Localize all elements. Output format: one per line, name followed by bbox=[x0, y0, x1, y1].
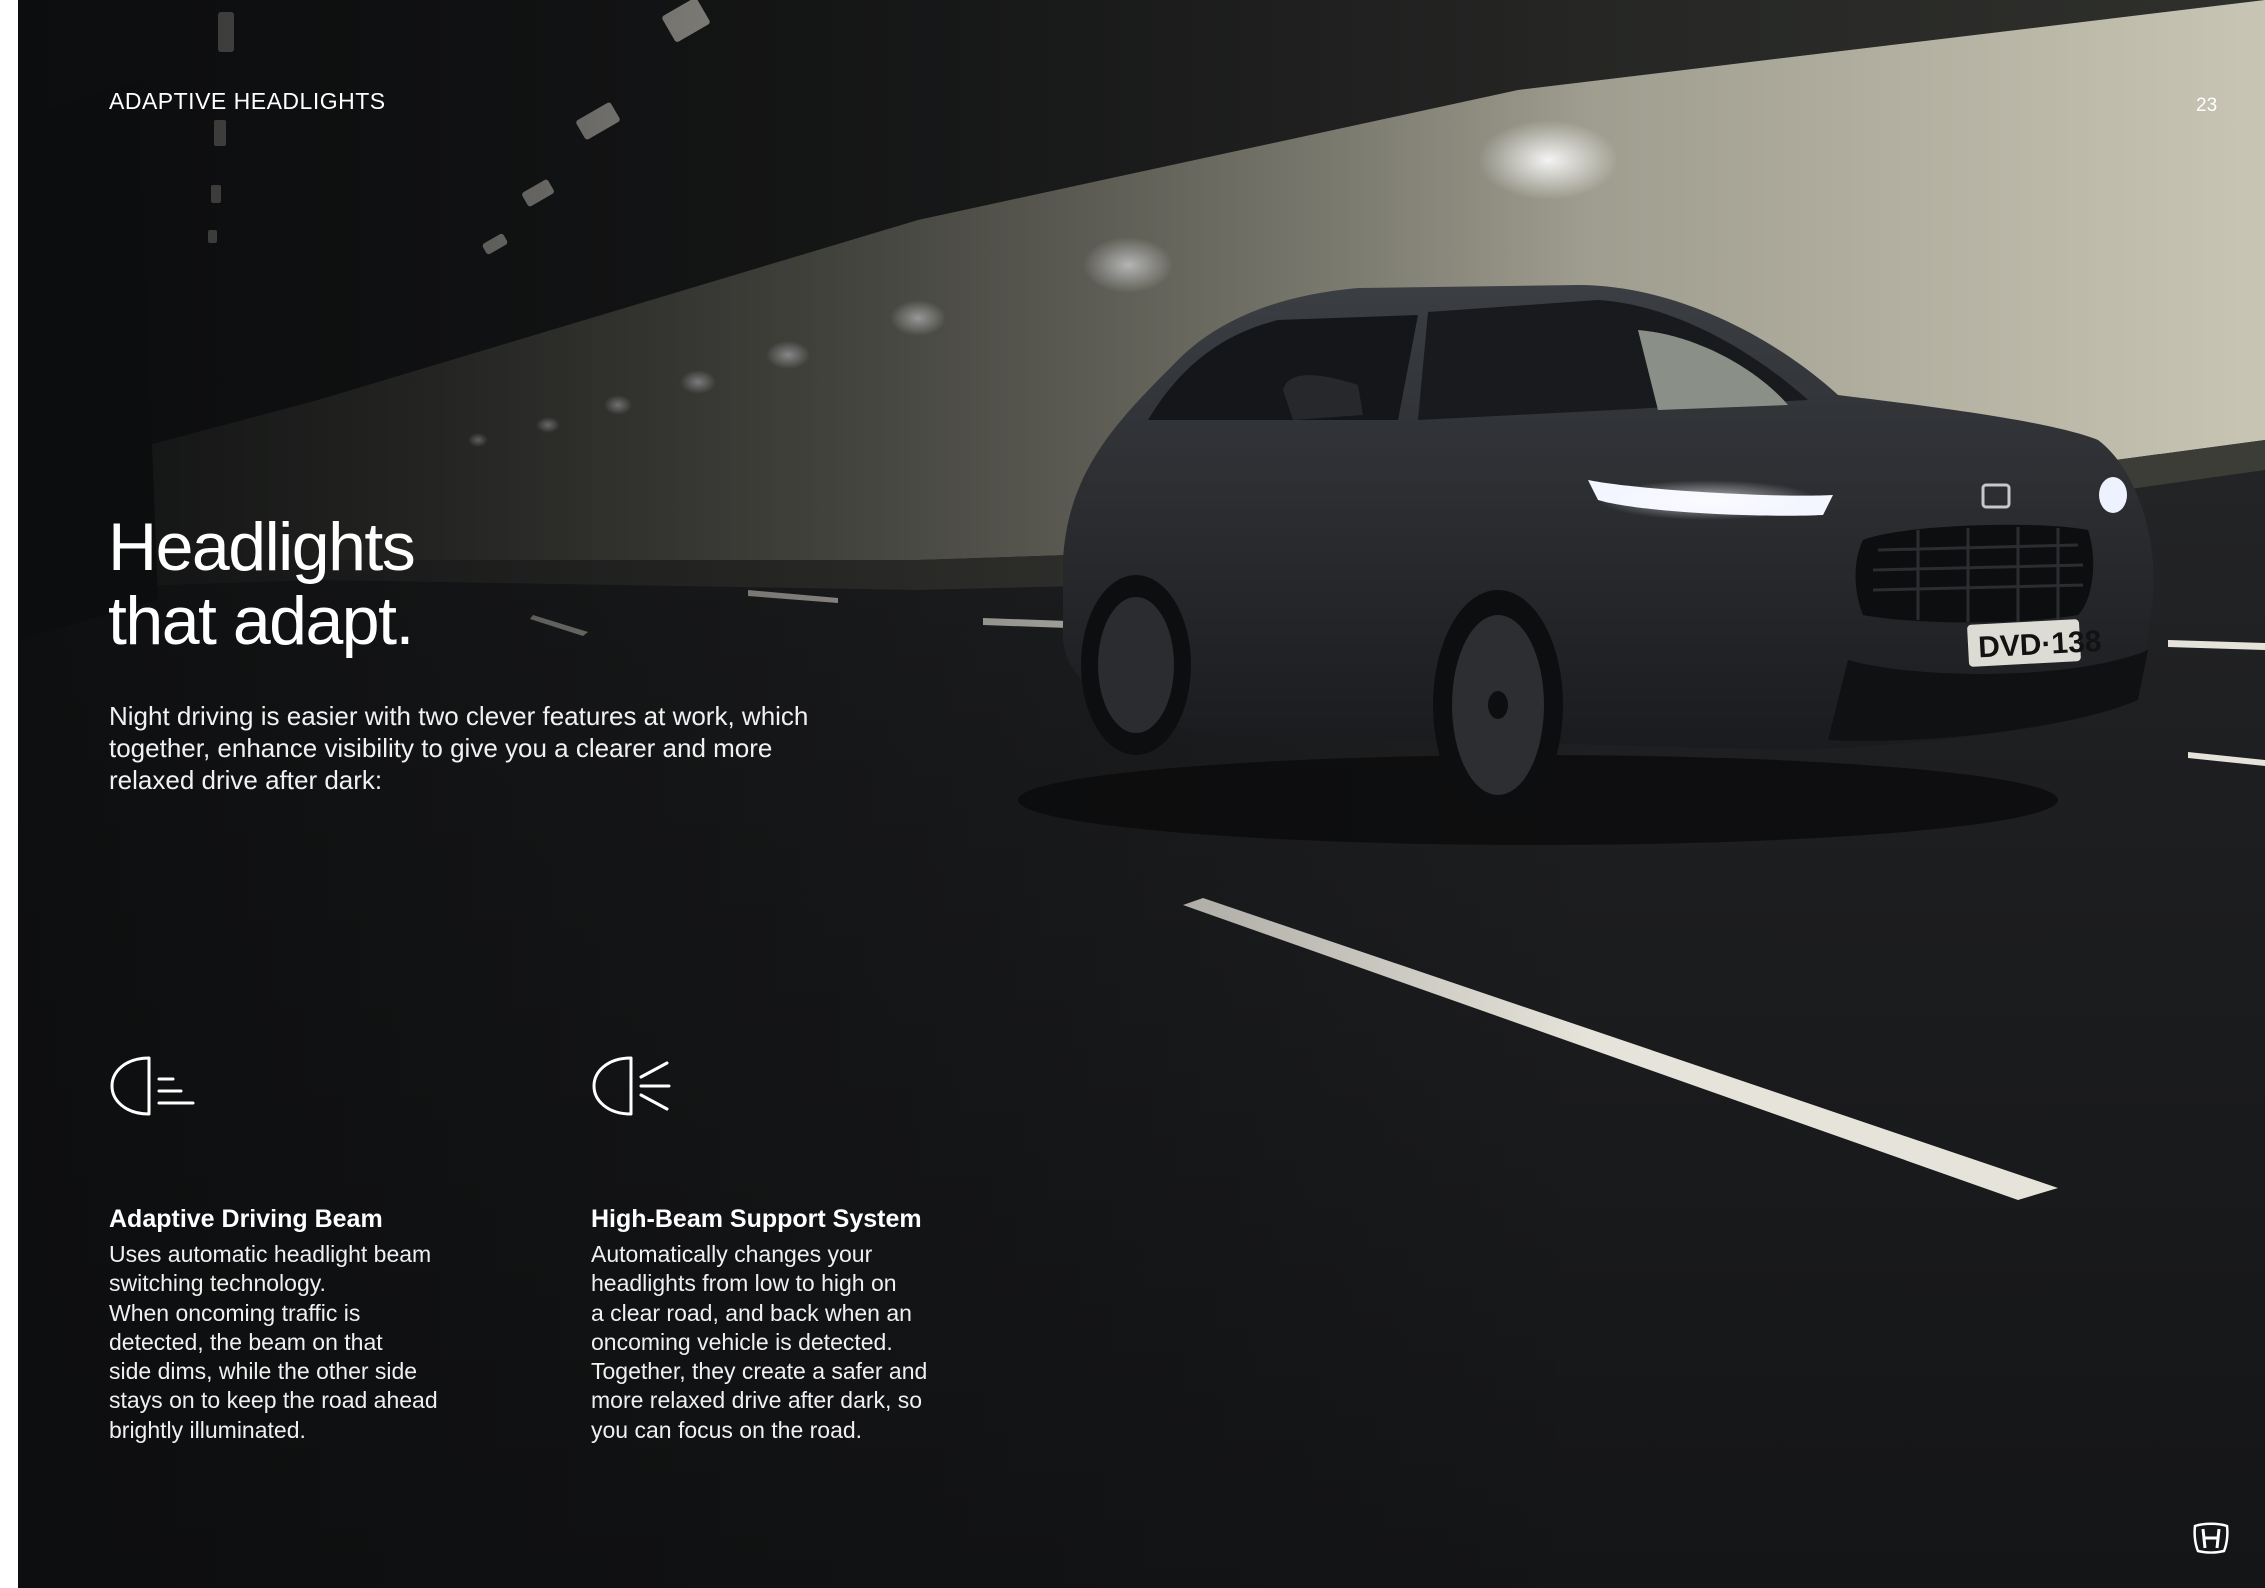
license-plate-text: DVD·138 bbox=[1977, 625, 2102, 664]
intro-paragraph: Night driving is easier with two clever … bbox=[109, 701, 809, 795]
page-number: 23 bbox=[2196, 95, 2218, 116]
feature-adaptive-driving-beam: Adaptive Driving Beam Uses automatic hea… bbox=[109, 1055, 489, 1445]
headline: Headlights that adapt. bbox=[108, 509, 416, 659]
adaptive-driving-beam-icon bbox=[110, 1056, 195, 1116]
brochure-page: DVD·138 ADAPTIVE HEADLIGHTS 23 Headlight… bbox=[18, 0, 2265, 1588]
feature-description: Automatically changes your headlights fr… bbox=[591, 1241, 928, 1443]
high-beam-icon bbox=[592, 1056, 671, 1116]
headline-line-2: that adapt. bbox=[108, 583, 414, 659]
feature-title: High-Beam Support System bbox=[591, 1205, 922, 1233]
section-label: ADAPTIVE HEADLIGHTS bbox=[109, 88, 386, 114]
feature-description: Uses automatic headlight beam switching … bbox=[109, 1241, 438, 1443]
headline-line-1: Headlights bbox=[108, 509, 416, 585]
feature-title: Adaptive Driving Beam bbox=[109, 1205, 383, 1233]
honda-logo-icon bbox=[2193, 1522, 2229, 1554]
feature-high-beam-support: High-Beam Support System Automatically c… bbox=[591, 1055, 971, 1445]
